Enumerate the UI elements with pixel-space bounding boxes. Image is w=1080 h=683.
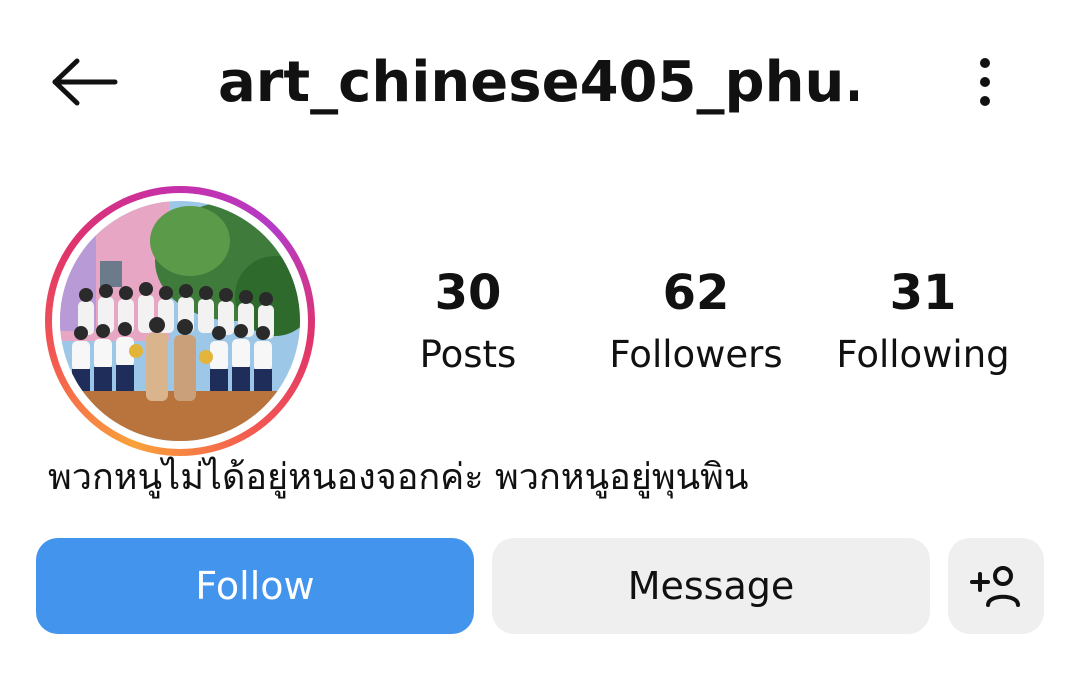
posts-count: 30 <box>434 265 502 321</box>
profile-bio: พวกหนูไม่ได้อยู่หนองจอกค่ะ พวกหนูอยู่พุน… <box>48 457 749 498</box>
followers-label: Followers <box>609 333 783 376</box>
story-ring[interactable] <box>45 186 315 456</box>
follow-button-label: Follow <box>195 564 315 608</box>
message-button[interactable]: Message <box>492 538 930 634</box>
top-bar: art_chinese405_phu... <box>0 0 1080 165</box>
profile-page: art_chinese405_phu... 30 Posts 62 Follow… <box>0 0 1080 683</box>
message-button-label: Message <box>627 564 795 608</box>
follow-button[interactable]: Follow <box>36 538 474 634</box>
profile-photo <box>60 201 300 441</box>
more-options-button[interactable] <box>958 50 1012 114</box>
back-button[interactable] <box>44 50 124 114</box>
arrow-left-icon <box>52 58 118 106</box>
profile-username: art_chinese405_phu... <box>218 50 858 115</box>
posts-label: Posts <box>419 333 517 376</box>
followers-count: 62 <box>662 265 730 321</box>
add-user-button[interactable] <box>948 538 1044 634</box>
avatar-border <box>52 193 308 449</box>
following-stat[interactable]: 31 Following <box>803 262 1043 386</box>
posts-stat[interactable]: 30 Posts <box>348 262 588 386</box>
add-user-icon <box>970 566 1020 607</box>
following-count: 31 <box>889 265 957 321</box>
more-vertical-icon <box>980 58 990 106</box>
following-label: Following <box>836 333 1010 376</box>
followers-stat[interactable]: 62 Followers <box>576 262 816 386</box>
